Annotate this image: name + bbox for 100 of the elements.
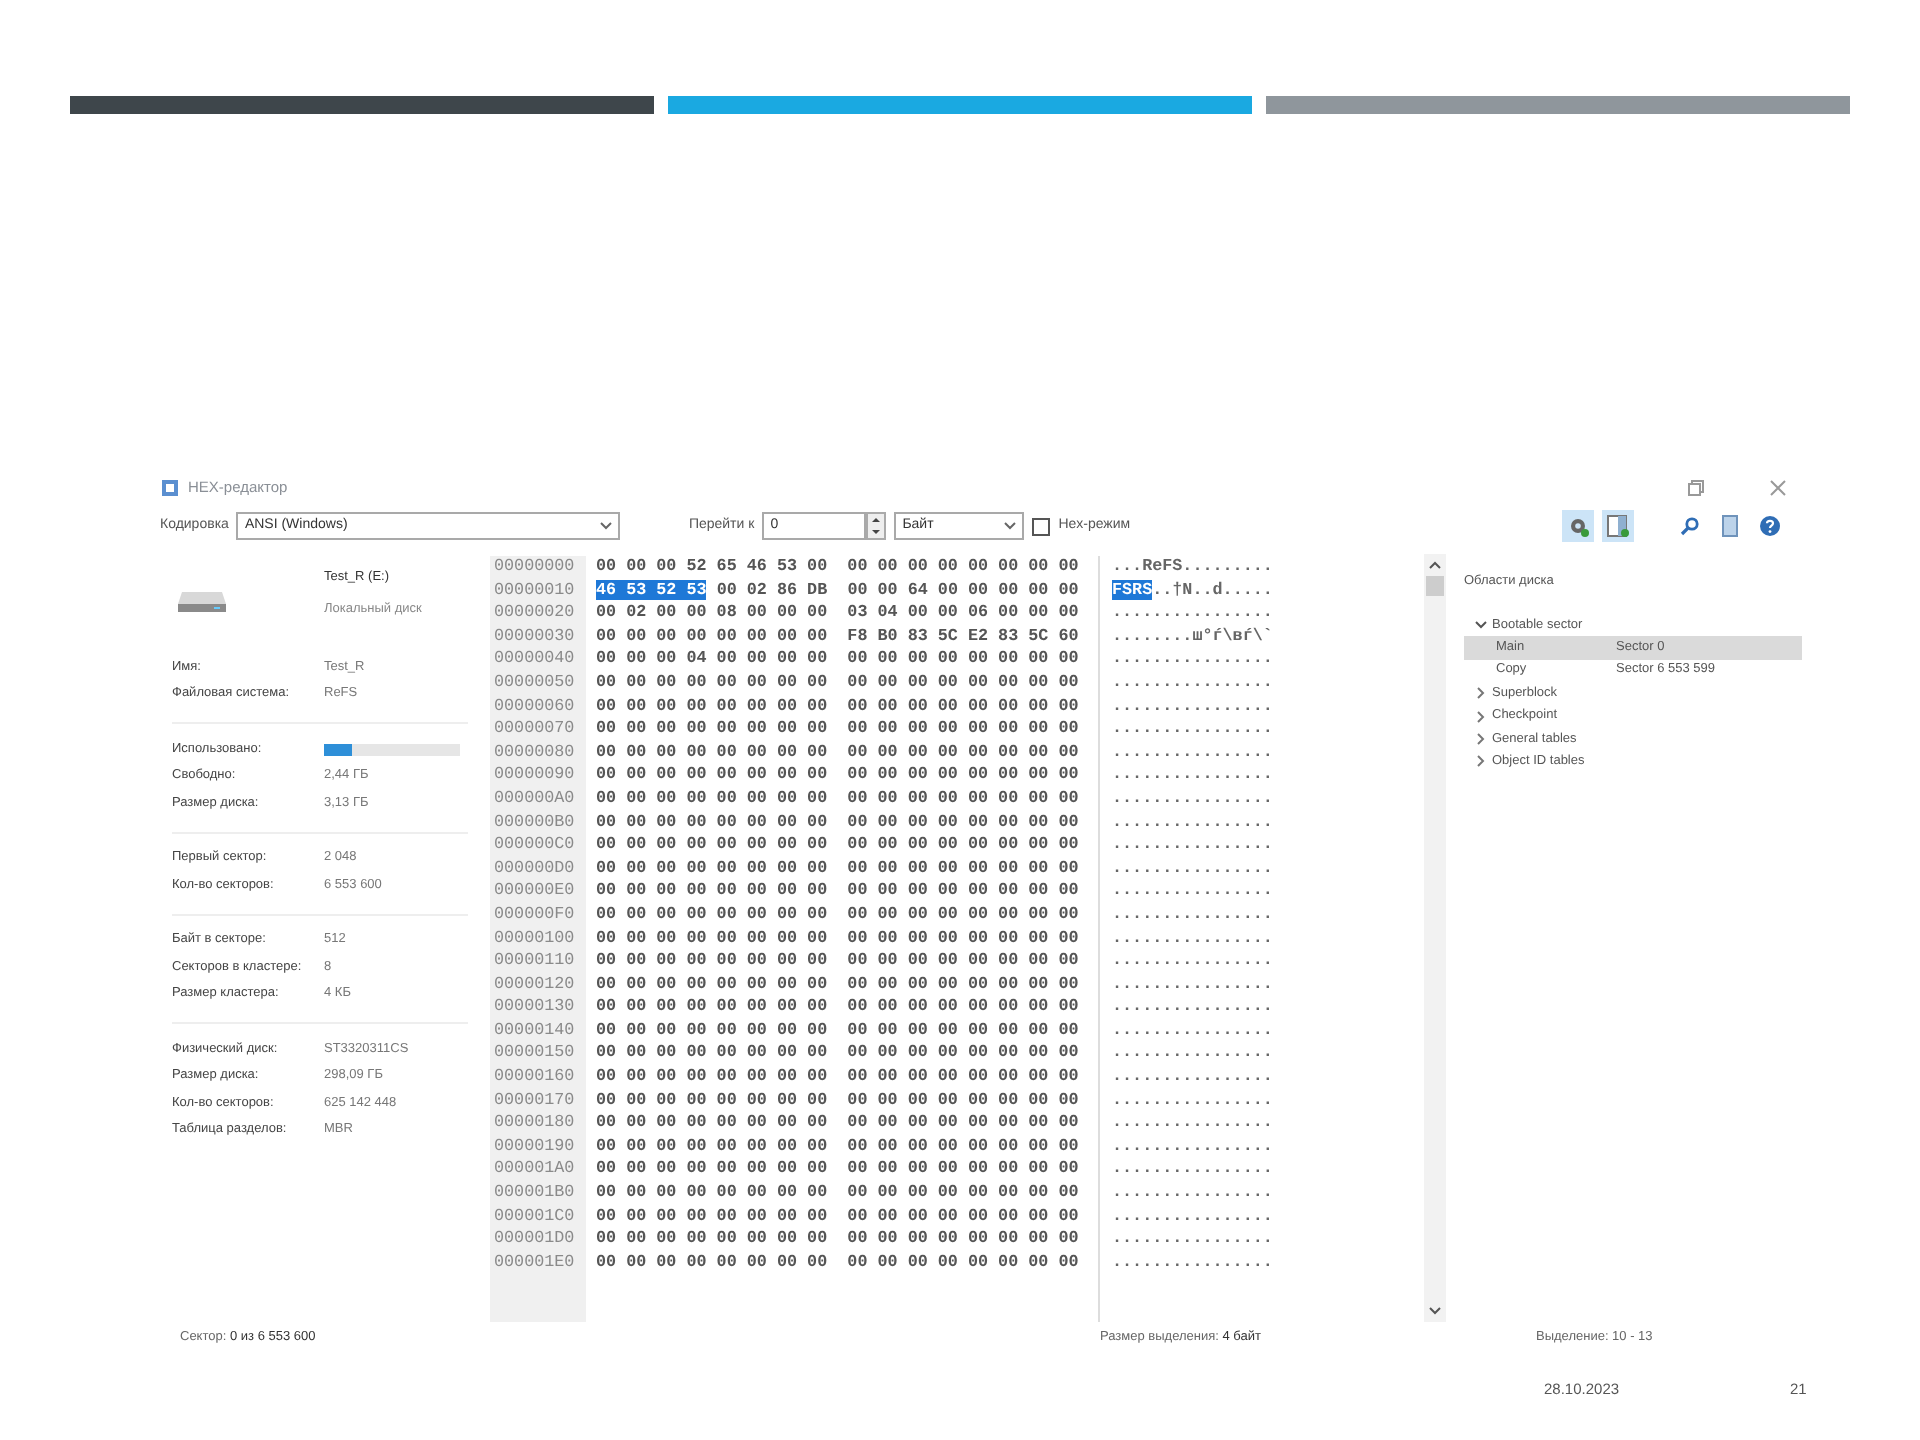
settings-button[interactable]: [1562, 510, 1594, 542]
drive-icon: [176, 590, 228, 614]
offset-cell: 00000140: [494, 1019, 575, 1040]
hex-bytes: 00 00 00 00 00 00 00 00: [596, 695, 828, 716]
expand-icon[interactable]: [1474, 617, 1488, 632]
hex-bytes: 00 00 00 00 00 00 00 00: [847, 1112, 1079, 1133]
hex-bytes: 00 00 00 00 00 00 00 00: [596, 1042, 828, 1063]
offset-cell: 00000130: [494, 996, 575, 1017]
restore-icon[interactable]: [1688, 480, 1704, 496]
offset-cell: 000000C0: [494, 834, 575, 855]
ascii-text: ................: [1112, 741, 1273, 762]
hex-bytes: 00 00 00 00 00 00 00 00: [847, 1135, 1079, 1156]
offset-cell: 00000060: [494, 695, 575, 716]
ascii-text: ................: [1112, 1158, 1273, 1179]
hex-bytes: 00 00 00 00 00 00 00 00: [847, 927, 1079, 947]
ascii-text: ................: [1112, 950, 1273, 971]
hex-bytes: 00 02 86 DB: [716, 579, 828, 600]
hex-bytes: 00 00 00 00 00 00 00 00: [596, 927, 828, 947]
scroll-up-icon[interactable]: [1428, 560, 1442, 570]
ascii-text: ................: [1112, 973, 1273, 994]
panel-button[interactable]: [1602, 510, 1634, 542]
panel-icon: [1606, 514, 1630, 538]
caret-icon: [600, 522, 613, 530]
hex-bytes: 00 00 00 00 00 00 00 00: [596, 671, 828, 692]
offset-cell: 00000170: [494, 1089, 575, 1110]
ascii-text: ........ш°ѓ\вѓ\`: [1112, 625, 1273, 646]
offset-cell: 00000070: [494, 718, 575, 739]
ascii-text: ..†N..d.....: [1152, 579, 1273, 600]
offset-cell: 000001B0: [494, 1182, 575, 1203]
hex-bytes: 00 00 00 00 00 00 00 00: [847, 718, 1079, 739]
ascii-text: ................: [1112, 671, 1273, 692]
hex-bytes: 00 00 00 00 00 00 00 00: [847, 1205, 1079, 1226]
hex-bytes: 00 00 00 00 00 00 00 00: [596, 1228, 828, 1249]
hex-bytes: F8 B0 83 5C E2 83 5C 60: [847, 625, 1079, 646]
close-icon[interactable]: [1770, 480, 1786, 496]
ascii-text: ................: [1112, 1182, 1273, 1203]
offset-cell: 00000050: [494, 671, 575, 692]
hex-bytes: 00 00 00 00 00 00 00 00: [596, 1251, 828, 1272]
hex-bytes: 00 00 00 00 00 00 00 00: [847, 857, 1079, 878]
hex-bytes: 00 00 00 00 00 00 00 00: [596, 834, 828, 855]
hex-bytes: 00 00 00 00 00 00 00 00: [847, 556, 1079, 576]
hex-bytes: 00 00 00 00 00 00 00 00: [596, 1112, 828, 1133]
scroll-thumb[interactable]: [1426, 576, 1444, 596]
search-icon: [1678, 514, 1702, 538]
offset-cell: 00000100: [494, 927, 575, 947]
offset-cell: 00000010: [494, 579, 575, 600]
offset-cell: 000000E0: [494, 880, 575, 901]
hex-bytes: 00 00 00 00 00 00 00 00: [847, 880, 1079, 901]
help-icon: [1758, 514, 1782, 538]
help-button[interactable]: [1754, 510, 1786, 542]
scroll-down-icon[interactable]: [1428, 1306, 1442, 1316]
hex-bytes: 00 00 00 00 00 00 00 00: [596, 1089, 828, 1110]
offset-cell: 00000040: [494, 648, 575, 669]
offset-cell: 00000090: [494, 764, 575, 785]
offset-cell: 000000A0: [494, 787, 575, 808]
hex-bytes: 00 00 00 00 00 00 00 00: [596, 973, 828, 994]
hex-bytes: 00 00 00 52 65 46 53 00: [596, 556, 828, 576]
hex-bytes: 00 00 00 00 00 00 00 00: [847, 950, 1079, 971]
offset-cell: 00000020: [494, 602, 575, 623]
offset-cell: 00000110: [494, 950, 575, 971]
page-icon: [1718, 514, 1742, 538]
ascii-text: ................: [1112, 1251, 1273, 1272]
hex-bytes: 00 00 00 00 00 00 00 00: [596, 764, 828, 785]
hex-bytes: 00 00 00 00 00 00 00 00: [847, 1019, 1079, 1040]
checkbox[interactable]: [1032, 517, 1051, 535]
hex-bytes: 00 00 00 00 00 00 00 00: [596, 857, 828, 878]
ascii-text: ................: [1112, 834, 1273, 855]
ascii-text: ................: [1112, 1228, 1273, 1249]
ascii-text: ................: [1112, 764, 1273, 785]
hex-bytes: 00 00 00 00 00 00 00 00: [596, 880, 828, 901]
ascii-text: ................: [1112, 1042, 1273, 1063]
hex-bytes: 00 00 00 00 00 00 00 00: [596, 1205, 828, 1226]
offset-cell: 00000160: [494, 1066, 575, 1087]
ascii-text: ................: [1112, 718, 1273, 739]
hex-bytes: 00 00 00 04 00 00 00 00: [596, 648, 828, 669]
scrollbar[interactable]: [1424, 554, 1446, 1322]
ascii-text: ...ReFS.........: [1112, 556, 1273, 576]
offset-cell: 00000150: [494, 1042, 575, 1063]
offset-cell: 000001C0: [494, 1205, 575, 1226]
settings-icon: [1566, 514, 1590, 538]
offset-cell: 00000000: [494, 556, 575, 576]
offset-cell: 00000030: [494, 625, 575, 646]
hex-bytes: 00 00 00 00 00 00 00 00: [847, 973, 1079, 994]
hex-bytes: 00 00 00 00 00 00 00 00: [847, 996, 1079, 1017]
hex-bytes: 03 04 00 00 06 00 00 00: [847, 602, 1079, 623]
hex-bytes: 00 00 00 00 00 00 00 00: [596, 811, 828, 832]
offset-cell: 000001D0: [494, 1228, 575, 1249]
ascii-text: ................: [1112, 1066, 1273, 1087]
offset-cell: 000001E0: [494, 1251, 575, 1272]
spinner-icon[interactable]: [866, 512, 887, 540]
ascii-text: ................: [1112, 787, 1273, 808]
hex-bytes: 00 00 00 00 00 00 00 00: [847, 1158, 1079, 1179]
hex-bytes: 00 00 00 00 00 00 00 00: [596, 787, 828, 808]
hex-bytes: 00 00 00 00 00 00 00 00: [847, 671, 1079, 692]
ascii-text: ................: [1112, 996, 1273, 1017]
app-icon: [160, 478, 180, 498]
offset-cell: 000000D0: [494, 857, 575, 878]
selected-text: FSRS: [1112, 579, 1153, 600]
ascii-text: ................: [1112, 927, 1273, 947]
offset-cell: 00000180: [494, 1112, 575, 1133]
